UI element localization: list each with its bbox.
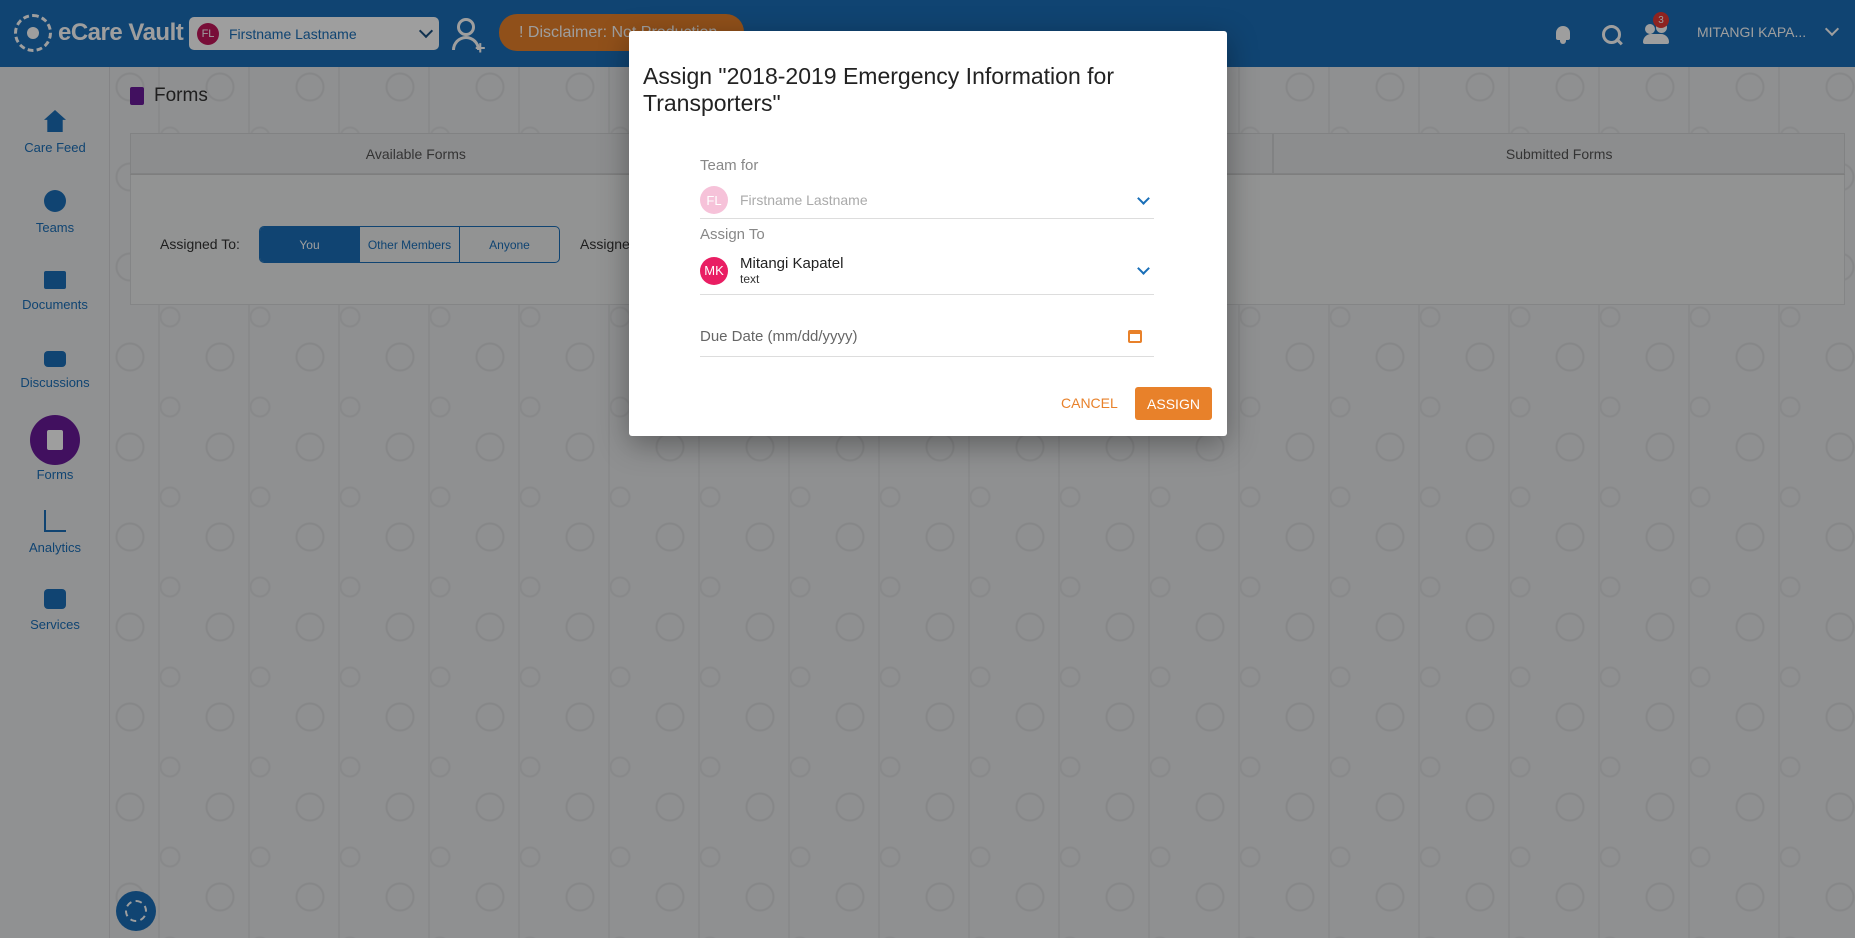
- assignee-subtitle: text: [740, 272, 760, 286]
- cancel-button[interactable]: CANCEL: [1051, 387, 1128, 419]
- dialog-title: Assign "2018-2019 Emergency Information …: [643, 63, 1114, 116]
- assign-to-select[interactable]: MK Mitangi Kapatel text: [700, 247, 1154, 295]
- due-date-input[interactable]: Due Date (mm/dd/yyyy): [700, 316, 1154, 357]
- calendar-icon[interactable]: [1128, 329, 1142, 343]
- team-avatar: FL: [700, 186, 728, 214]
- assign-to-label: Assign To: [700, 226, 765, 243]
- team-for-value: Firstname Lastname: [740, 192, 868, 208]
- due-date-placeholder: Due Date (mm/dd/yyyy): [700, 327, 858, 345]
- team-for-select[interactable]: FL Firstname Lastname: [700, 182, 1154, 219]
- assign-button[interactable]: ASSIGN: [1135, 387, 1212, 420]
- team-for-label: Team for: [700, 157, 759, 174]
- assignee-info: Mitangi Kapatel text: [740, 255, 1139, 286]
- assignee-avatar: MK: [700, 256, 728, 285]
- assignee-name: Mitangi Kapatel: [740, 255, 844, 272]
- chevron-down-icon: [1137, 191, 1150, 205]
- chevron-down-icon: [1137, 262, 1150, 275]
- assign-form-dialog: Assign "2018-2019 Emergency Information …: [629, 31, 1227, 436]
